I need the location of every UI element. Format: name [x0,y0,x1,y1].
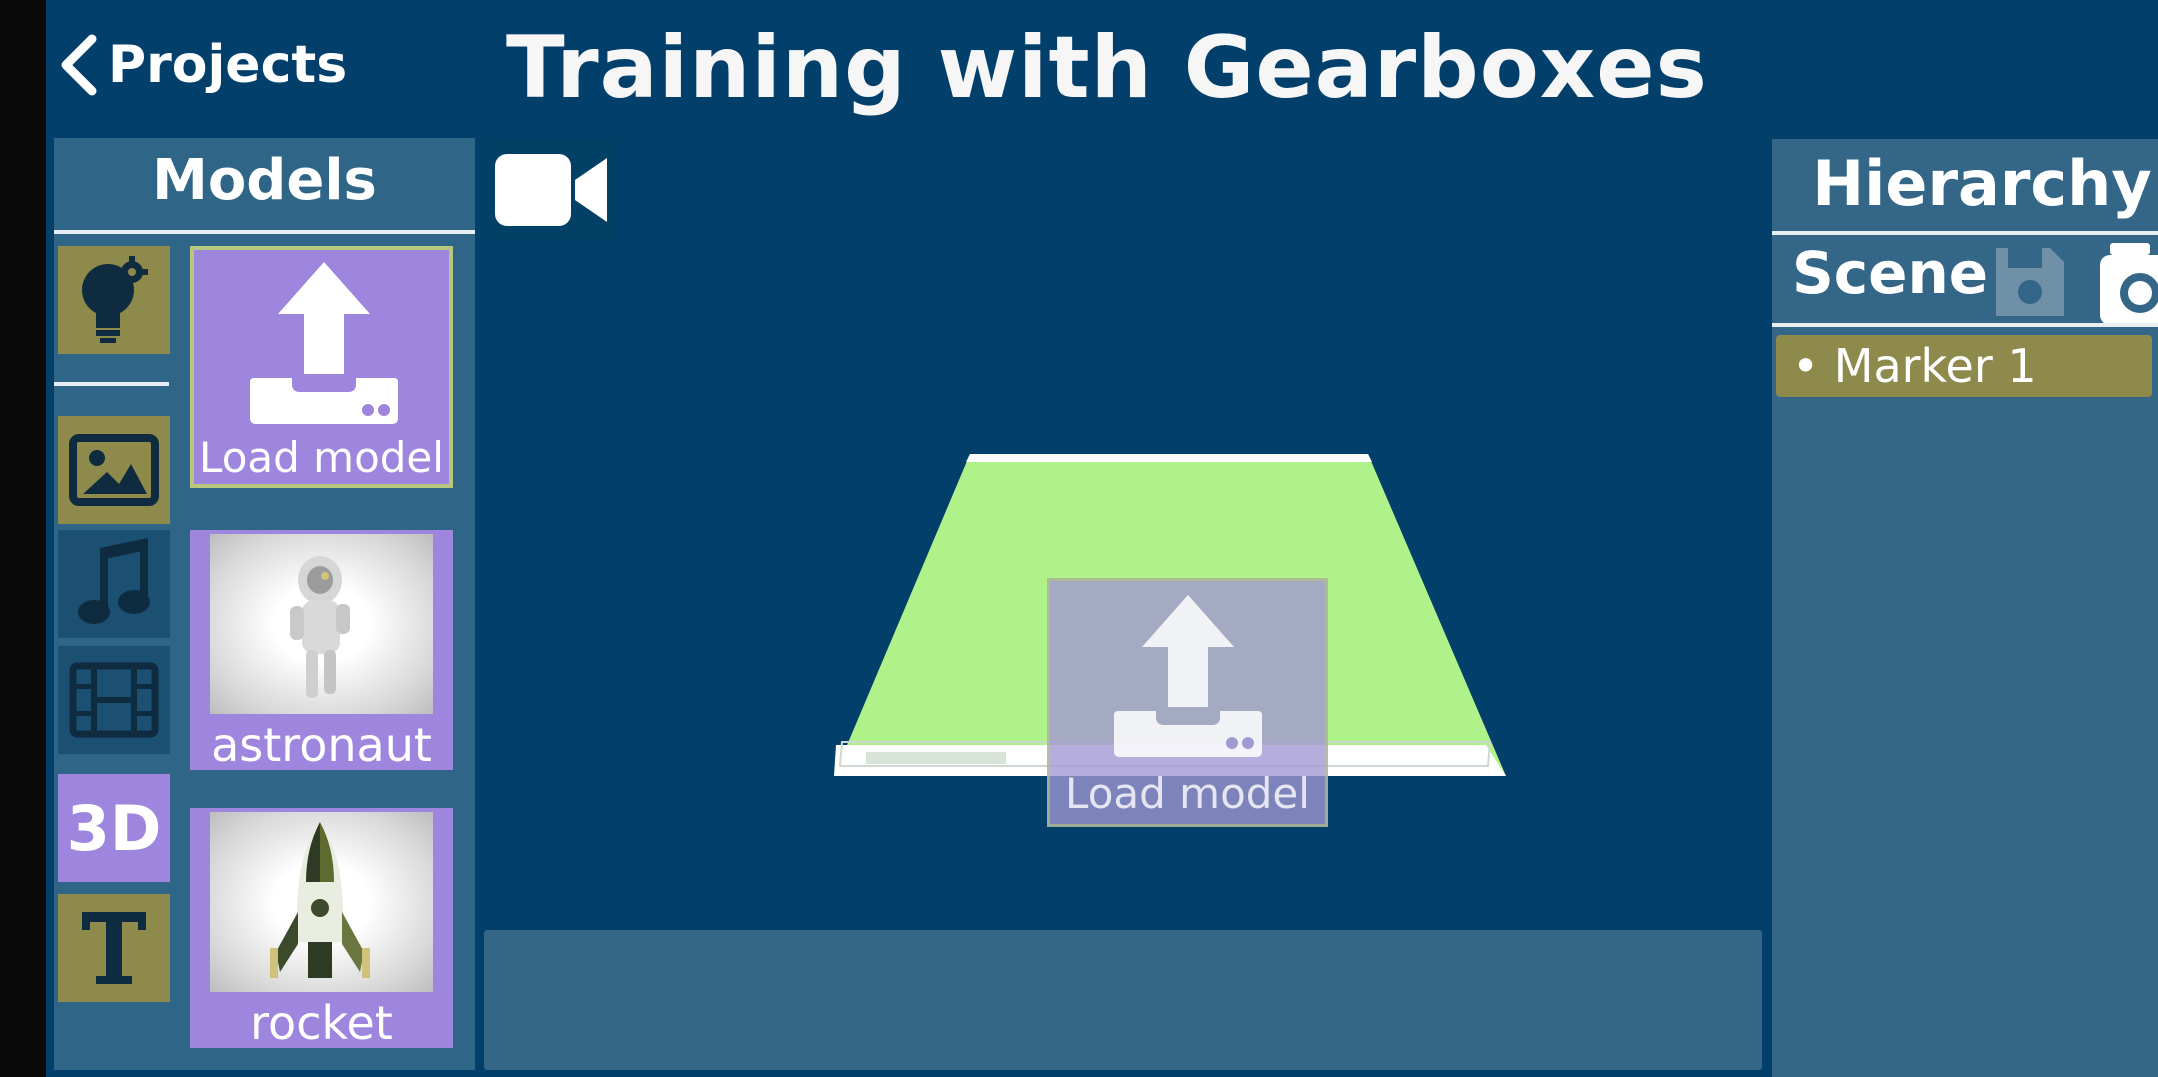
astronaut-label: astronaut [211,718,432,770]
rocket-label: rocket [250,996,393,1048]
divider [54,382,169,386]
back-label: Projects [108,35,348,95]
film-strip-icon [69,662,159,738]
ghost-load-model-label: Load model [1065,769,1310,818]
text-t-icon [82,912,146,984]
camera-icon[interactable] [2098,237,2158,327]
models-panel: Models 3D Load model astronaut rocket [54,138,475,1070]
upload-icon [250,262,398,424]
category-text-button[interactable] [58,894,170,1002]
app-window: Projects Training with Gearboxes Models [46,0,2158,1077]
scene-label: Scene [1792,239,1989,307]
category-3d-button[interactable]: 3D [58,774,170,882]
hierarchy-panel: Hierarchy Scene • Marker 1 [1772,139,2158,1077]
image-icon [69,434,159,506]
models-panel-title: Models [152,148,377,213]
lightbulb-gear-icon [82,256,148,343]
video-camera-icon [495,154,607,226]
chevron-left-icon [61,34,97,96]
rocket-thumbnail [210,812,433,992]
model-tile-astronaut[interactable]: astronaut [190,530,453,770]
category-video-button[interactable] [58,646,170,754]
category-audio-button[interactable] [58,530,170,638]
load-model-label: Load model [199,433,444,482]
ghost-load-model-tile: Load model [1047,578,1328,827]
project-title: Training with Gearboxes [506,18,1708,118]
bottom-toolbar [484,930,1762,1070]
model-tile-rocket[interactable]: rocket [190,808,453,1048]
upload-icon [1114,595,1262,757]
hierarchy-item-marker-1[interactable]: • Marker 1 [1776,335,2152,397]
divider [1772,231,2158,235]
divider [1772,323,2158,327]
astronaut-thumbnail [210,534,433,714]
load-model-tile[interactable]: Load model [190,246,453,488]
category-3d-label: 3D [66,791,162,865]
category-ideas-button[interactable] [58,246,170,354]
hierarchy-panel-title: Hierarchy [1812,147,2152,220]
music-note-icon [78,538,150,624]
hierarchy-item-label: • Marker 1 [1792,339,2037,393]
camera-view-button[interactable] [484,139,618,241]
category-images-button[interactable] [58,416,170,524]
divider [54,230,475,234]
back-to-projects-button[interactable]: Projects [58,30,347,100]
save-icon[interactable] [1990,242,2070,322]
